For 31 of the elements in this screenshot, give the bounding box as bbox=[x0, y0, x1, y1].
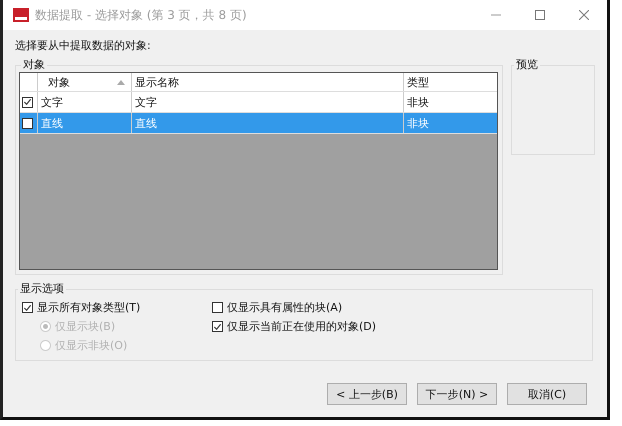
checkbox[interactable] bbox=[22, 96, 33, 108]
option-label: 显示所有对象类型(T) bbox=[37, 300, 140, 315]
checkbox[interactable] bbox=[22, 302, 33, 313]
option-label: 仅显示块(B) bbox=[55, 319, 116, 334]
table-cell-text: 非块 bbox=[406, 116, 430, 132]
dialog-button[interactable]: 取消(C) bbox=[507, 383, 587, 405]
dialog-button[interactable]: 下一步(N) > bbox=[417, 383, 497, 405]
column-header[interactable]: 显示名称 bbox=[132, 73, 404, 91]
group-title: 显示选项 bbox=[18, 282, 66, 296]
table-cell: 直线 bbox=[38, 113, 132, 133]
table-cell-text: 非块 bbox=[406, 94, 430, 110]
option-label: 仅显示当前正在使用的对象(D) bbox=[227, 319, 376, 334]
maximize-icon[interactable] bbox=[535, 10, 545, 20]
option-label: 仅显示非块(O) bbox=[55, 338, 128, 353]
group-title: 预览 bbox=[514, 58, 540, 72]
table-row[interactable]: 文字 文字 非块 bbox=[20, 92, 497, 113]
close-icon[interactable] bbox=[579, 10, 589, 20]
dialog-button[interactable]: < 上一步(B) bbox=[327, 383, 407, 405]
column-header[interactable]: 对象 bbox=[38, 73, 132, 91]
checkbox[interactable] bbox=[22, 118, 33, 128]
checkbox[interactable] bbox=[212, 321, 223, 332]
table-cell: 文字 bbox=[132, 92, 404, 112]
instruction-text: 选择要从中提取数据的对象: bbox=[15, 38, 152, 53]
window-title: 数据提取 - 选择对象 (第 3 页，共 8 页) bbox=[35, 6, 247, 24]
option-label: 仅显示具有属性的块(A) bbox=[227, 300, 342, 315]
checkbox[interactable] bbox=[212, 302, 223, 313]
table-cell: 直线 bbox=[132, 113, 404, 133]
group-title: 对象 bbox=[21, 58, 47, 72]
column-header[interactable]: 类型 bbox=[404, 73, 497, 91]
app-logo-icon bbox=[13, 8, 29, 22]
table-cell: 文字 bbox=[38, 92, 132, 112]
